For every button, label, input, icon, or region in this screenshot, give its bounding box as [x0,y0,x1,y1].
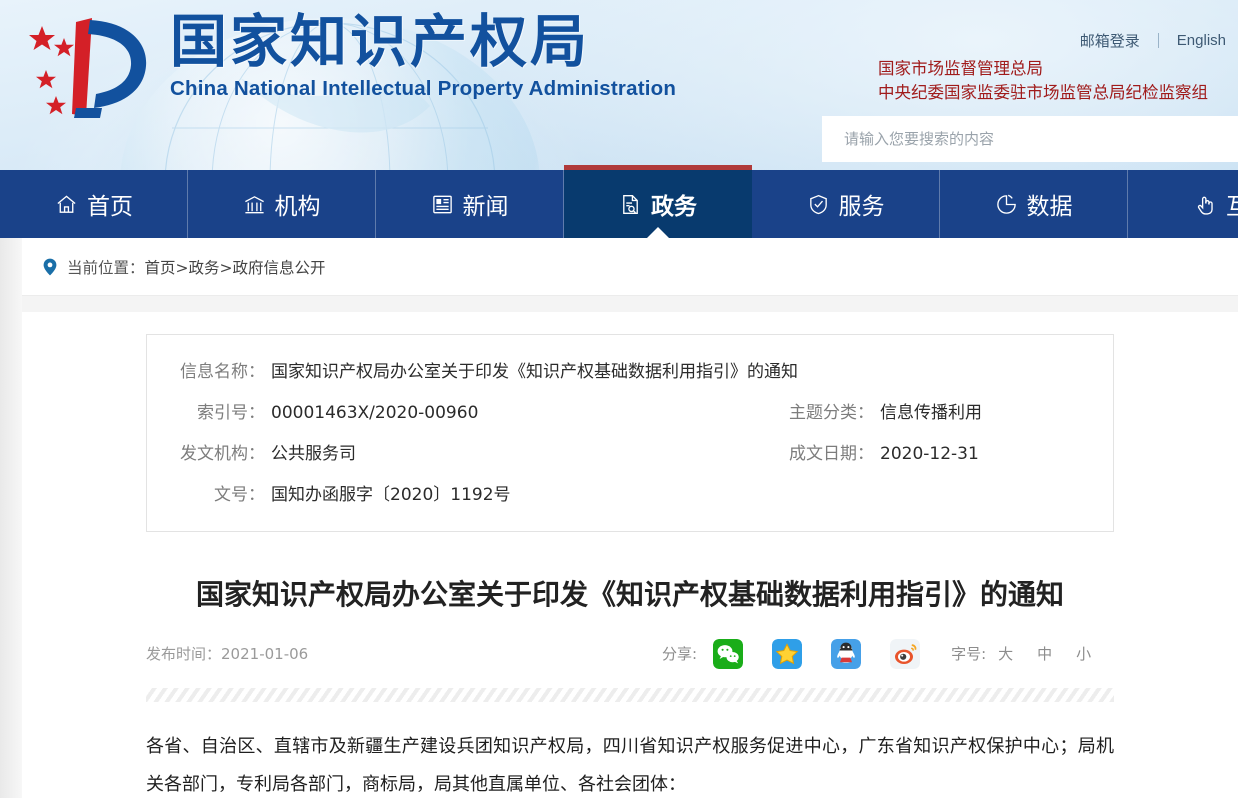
metadata-label-date: 成文日期： [789,444,874,464]
metadata-label-category: 主题分类： [789,403,874,423]
nav-label-interaction: 互 [1226,194,1238,220]
nav-item-government-affairs[interactable]: 政务 [564,165,752,238]
bank-icon [243,193,266,216]
publish-time-label: 发布时间： [146,645,222,664]
nav-item-news[interactable]: 新闻 [376,170,564,238]
affiliated-org-block: 国家市场监督管理总局 中央纪委国家监委驻市场监管总局纪检监察组 [878,57,1208,105]
metadata-row-issuer: 发文机构： 公共服务司 成文日期： 2020-12-31 [173,439,1087,464]
qzone-share-icon[interactable] [772,638,803,669]
nav-label-service: 服务 [838,194,885,220]
logo-title-en: China National Intellectual Property Adm… [170,77,677,100]
nav-label-organization: 机构 [274,194,321,220]
weibo-share-icon[interactable] [890,638,921,669]
breadcrumb-path[interactable]: 首页>政务>政府信息公开 [145,256,326,278]
location-pin-icon [42,258,58,276]
cnipa-emblem-icon [29,18,147,118]
header-top-links: 邮箱登录 English [1080,30,1226,51]
article-container: 信息名称： 国家知识产权局办公室关于印发《知识产权基础数据利用指引》的通知 索引… [22,334,1238,798]
nav-item-home[interactable]: 首页 [0,170,188,238]
metadata-label-docnumber: 文号： [214,485,265,505]
metadata-row-index: 索引号： 00001463X/2020-00960 主题分类： 信息传播利用 [173,398,1087,423]
metadata-value-index: 00001463X/2020-00960 [271,403,479,423]
mail-login-link[interactable]: 邮箱登录 [1080,30,1140,51]
hatched-divider [146,687,1114,702]
metadata-label-index: 索引号： [197,403,265,423]
english-link[interactable]: English [1177,32,1226,49]
pie-chart-icon [995,193,1018,216]
breadcrumb-prefix: 当前位置： [67,258,145,277]
page-body: 当前位置： 首页>政务>政府信息公开 信息名称： 国家知识产权局办公室关于印发《… [0,238,1238,798]
fontsize-small[interactable]: 小 [1076,643,1091,664]
affiliated-org-line2[interactable]: 中央纪委国家监委驻市场监管总局纪检监察组 [878,81,1208,105]
site-search-box[interactable] [822,116,1238,162]
site-logo[interactable]: 国家知识产权局 China National Intellectual Prop… [16,8,676,128]
fontsize-label: 字号: [951,645,987,664]
fontsize-large[interactable]: 大 [998,643,1013,664]
metadata-value-issuer: 公共服务司 [271,444,356,464]
metadata-row-docnumber: 文号： 国知办函服字〔2020〕1192号 [173,480,1087,505]
home-icon [55,193,78,216]
breadcrumb: 当前位置： 首页>政务>政府信息公开 [22,238,1238,296]
logo-title-cn: 国家知识产权局 [170,9,590,75]
hand-pointer-icon [1194,193,1217,216]
metadata-value-date: 2020-12-31 [880,444,979,464]
nav-item-data[interactable]: 数据 [940,170,1128,238]
share-label: 分享: [662,645,698,664]
search-input[interactable] [822,116,1238,162]
document-search-icon [619,193,642,216]
article-info-bar: 发布时间： 2021-01-06 分享: 字号: 大 中 小 [146,638,1114,670]
shield-check-icon [807,193,830,216]
main-navigation: 首页 机构 新闻 政务 服务 数据 互 [0,165,1238,238]
metadata-value-category: 信息传播利用 [880,403,982,423]
nav-label-data: 数据 [1026,194,1073,220]
metadata-label-name: 信息名称： [180,362,265,382]
affiliated-org-line1[interactable]: 国家市场监督管理总局 [878,57,1208,81]
nav-label-news: 新闻 [462,194,509,220]
section-gap [22,296,1238,312]
qq-share-icon[interactable] [831,638,862,669]
site-banner: 国家知识产权局 China National Intellectual Prop… [0,0,1238,170]
fontsize-medium[interactable]: 中 [1037,643,1052,664]
nav-label-government-affairs: 政务 [651,194,697,220]
metadata-label-issuer: 发文机构： [180,444,265,464]
article-title: 国家知识产权局办公室关于印发《知识产权基础数据利用指引》的通知 [195,578,1064,611]
article-body-paragraph: 各省、自治区、直辖市及新疆生产建设兵团知识产权局，四川省知识产权服务促进中心，广… [146,735,1114,796]
nav-item-interaction[interactable]: 互 [1128,170,1238,238]
nav-label-home: 首页 [87,194,133,220]
nav-item-service[interactable]: 服务 [752,170,940,238]
metadata-value-name: 国家知识产权局办公室关于印发《知识产权基础数据利用指引》的通知 [271,362,798,382]
newspaper-icon [431,193,454,216]
wechat-share-icon[interactable] [713,638,744,669]
metadata-row-name: 信息名称： 国家知识产权局办公室关于印发《知识产权基础数据利用指引》的通知 [173,357,1087,382]
top-links-divider [1157,33,1159,48]
metadata-value-docnumber: 国知办函服字〔2020〕1192号 [271,485,511,505]
share-controls: 分享: 字号: 大 中 小 [662,638,1091,669]
content-shell: 当前位置： 首页>政务>政府信息公开 信息名称： 国家知识产权局办公室关于印发《… [22,238,1238,798]
nav-item-organization[interactable]: 机构 [188,170,376,238]
document-metadata-box: 信息名称： 国家知识产权局办公室关于印发《知识产权基础数据利用指引》的通知 索引… [146,334,1114,532]
publish-time-value: 2021-01-06 [221,644,309,663]
